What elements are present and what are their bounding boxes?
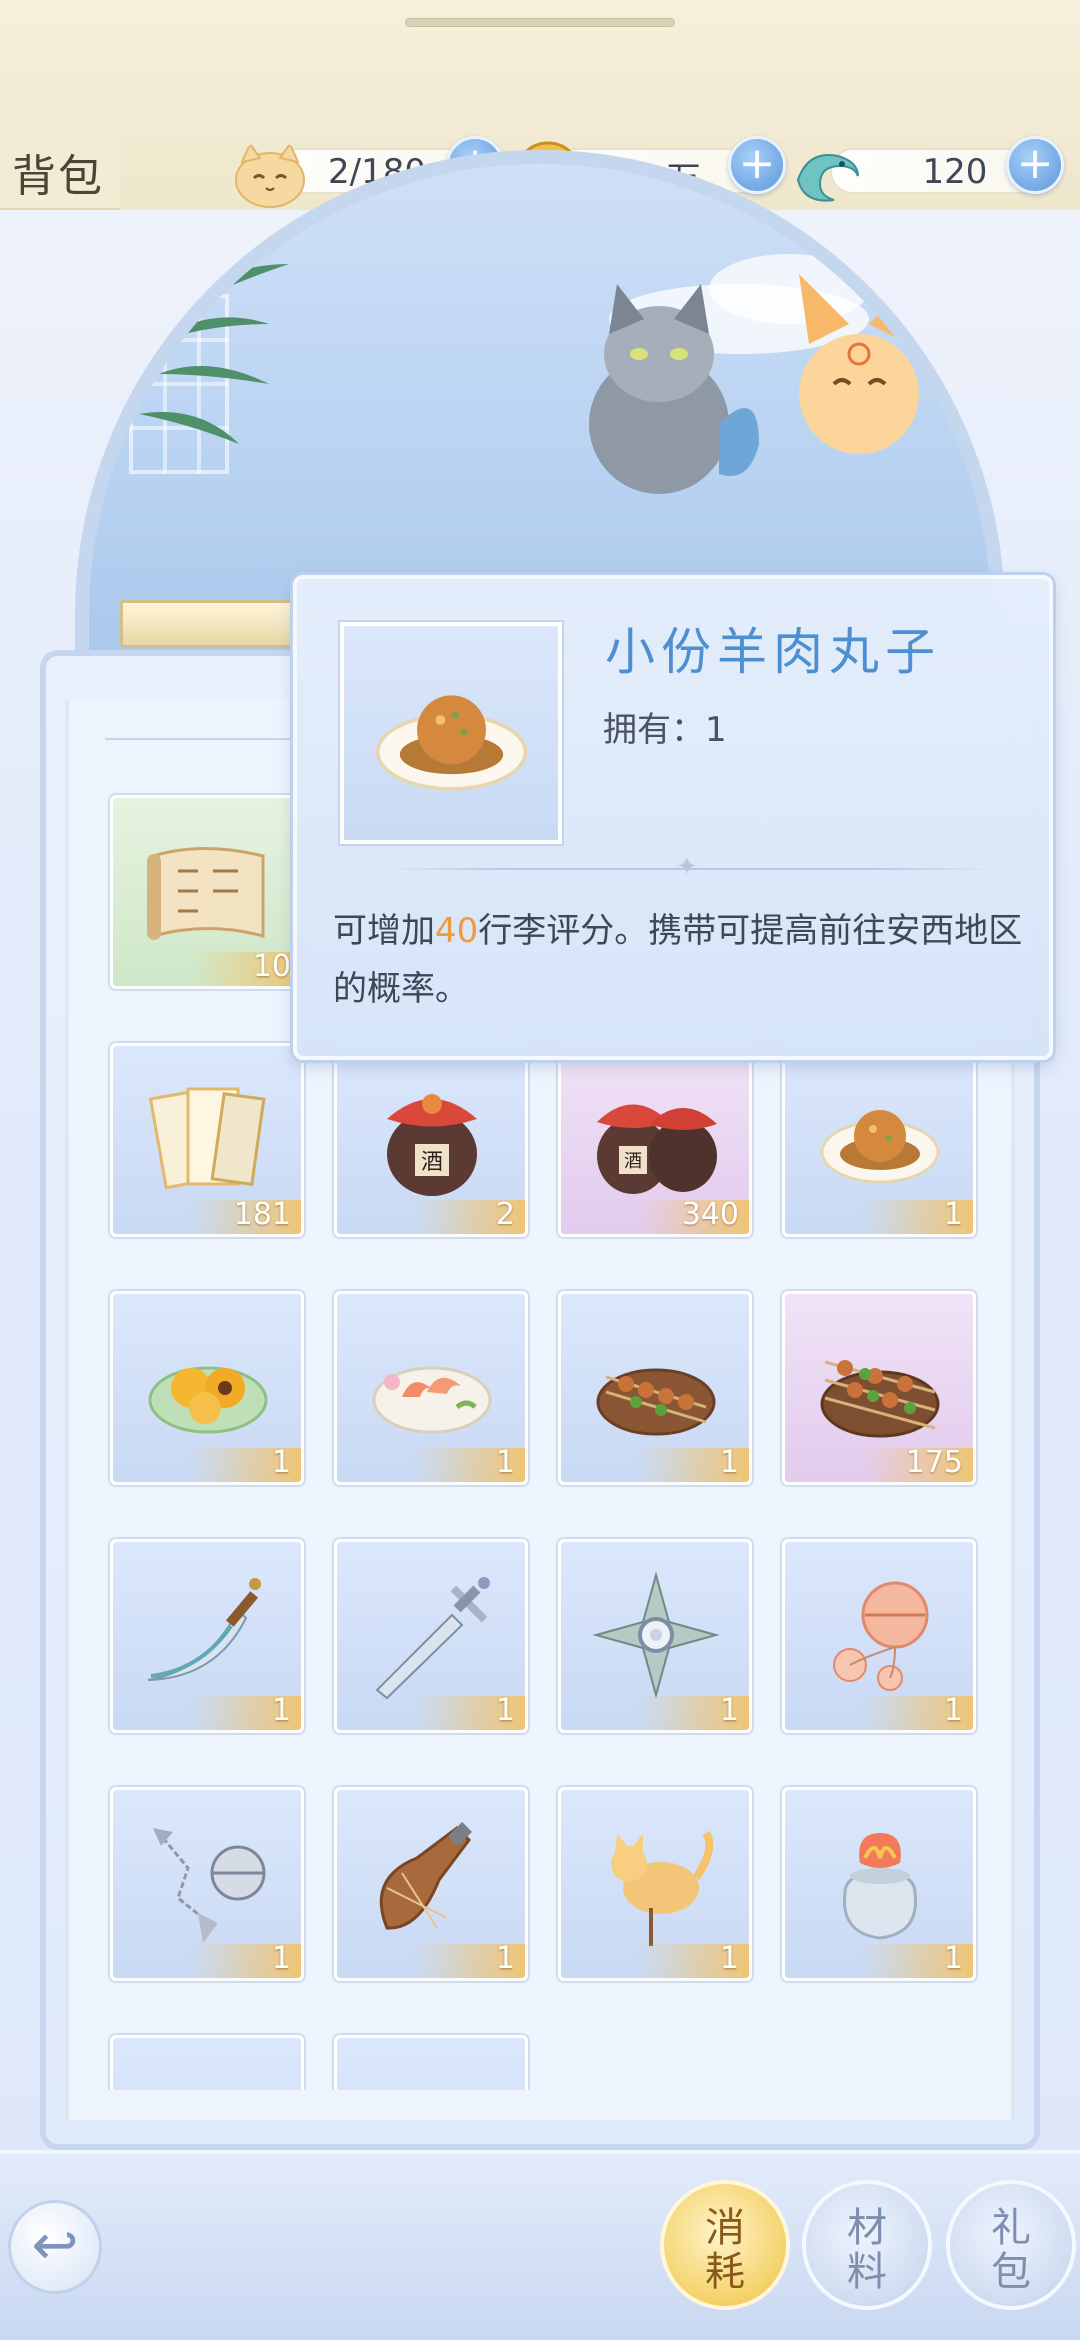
item-slot[interactable]: 1 — [558, 1539, 752, 1733]
item-slot[interactable]: 1 — [110, 1539, 304, 1733]
popup-owned-count: 拥有：1 — [603, 710, 727, 750]
flower-jar-icon — [842, 1833, 918, 1940]
wine-jar-icon: 酒 — [387, 1094, 477, 1196]
short-sword-icon — [375, 1577, 490, 1700]
writing-desk — [120, 600, 310, 648]
popup-description: 可增加40行李评分。携带可提高前往安西地区的概率。 — [333, 902, 1033, 1018]
item-count: 1 — [943, 1941, 963, 1976]
plus-icon: + — [738, 138, 776, 189]
back-arrow-icon: ↩ — [31, 2213, 79, 2278]
item-count: 1 — [495, 1941, 515, 1976]
tab-consumables[interactable]: 消耗 — [660, 2180, 790, 2310]
item-slot[interactable]: 1 — [110, 1787, 304, 1981]
apricot-dish-icon — [148, 1366, 268, 1434]
item-slot[interactable]: 175 — [782, 1291, 976, 1485]
item-slot[interactable]: 1 — [782, 1043, 976, 1237]
bamboo-leaves — [139, 264, 289, 444]
tab-label: 礼包 — [991, 2205, 1031, 2295]
shrimp-dish-icon — [372, 1366, 492, 1434]
item-count: 1 — [719, 1445, 739, 1480]
desc-highlight: 40 — [435, 911, 479, 951]
back-button[interactable]: ↩ — [8, 2200, 102, 2294]
item-count: 1 — [943, 1197, 963, 1232]
item-slot[interactable] — [110, 2035, 304, 2090]
item-slot[interactable]: 1 — [558, 1787, 752, 1981]
fortune-cards-icon — [148, 1087, 266, 1190]
tab-label: 材料 — [847, 2205, 887, 2295]
item-slot[interactable]: 1 — [110, 1291, 304, 1485]
item-slot[interactable]: 181 — [110, 1043, 304, 1237]
drag-handle[interactable] — [405, 18, 675, 27]
tab-gift-packs[interactable]: 礼包 — [946, 2180, 1076, 2310]
cat-face-icon — [235, 141, 305, 208]
bells-icon — [833, 1581, 929, 1691]
divider — [105, 738, 305, 740]
jade-fish-icon — [796, 154, 859, 202]
item-slot[interactable]: 1 — [334, 1539, 528, 1733]
item-slot[interactable]: 1 — [558, 1291, 752, 1485]
cat-candy-icon — [611, 1830, 714, 1946]
item-count: 1 — [271, 1693, 291, 1728]
partial-item-icon — [143, 2066, 273, 2090]
item-slot[interactable]: 1 — [782, 1539, 976, 1733]
meteor-hammer-icon — [153, 1828, 266, 1943]
wine-jars-double-icon: 酒 — [597, 1104, 717, 1194]
plus-icon: + — [1016, 138, 1054, 189]
popup-item-frame — [340, 622, 562, 844]
item-slot[interactable]: 1 — [782, 1787, 976, 1981]
item-count: 175 — [905, 1445, 963, 1480]
item-count: 1 — [495, 1445, 515, 1480]
lamb-meatball-icon — [820, 1110, 940, 1184]
book-scroll-icon — [147, 847, 265, 940]
partial-item-icon — [367, 2066, 497, 2090]
fox-character — [799, 274, 919, 454]
page-title: 背包 — [12, 151, 104, 202]
desc-text: 可增加 — [333, 911, 435, 951]
item-slot[interactable]: 1 — [334, 1787, 528, 1981]
item-count: 10 — [252, 949, 291, 984]
item-count: 1 — [271, 1941, 291, 1976]
item-slot[interactable]: 酒 340 — [558, 1043, 752, 1237]
popup-item-name: 小份羊肉丸子 — [605, 623, 941, 681]
star-icon: ✦ — [676, 852, 698, 882]
item-slot[interactable] — [334, 2035, 528, 2090]
item-count: 1 — [719, 1693, 739, 1728]
item-count: 1 — [495, 1693, 515, 1728]
item-count: 1 — [719, 1941, 739, 1976]
item-count: 2 — [495, 1197, 515, 1232]
wine-gourd-icon — [379, 1821, 473, 1930]
lamb-meatball-icon — [375, 695, 528, 791]
svg-text:酒: 酒 — [624, 1151, 642, 1172]
item-slot[interactable]: 1 — [334, 1291, 528, 1485]
item-slot[interactable]: 10 — [110, 795, 304, 989]
item-slot[interactable]: 酒 2 — [334, 1043, 528, 1237]
skewers-plate-icon — [596, 1368, 716, 1436]
broadsword-icon — [147, 1578, 261, 1681]
svg-text:酒: 酒 — [421, 1150, 443, 1175]
item-count: 340 — [681, 1197, 739, 1232]
grey-cat-character — [589, 284, 759, 494]
item-count: 181 — [233, 1197, 291, 1232]
item-count: 1 — [271, 1445, 291, 1480]
tab-label: 消耗 — [705, 2205, 745, 2295]
skewers-plate-large-icon — [820, 1360, 940, 1438]
shuriken-icon — [592, 1571, 720, 1699]
tab-materials[interactable]: 材料 — [802, 2180, 932, 2310]
coin-plus-button[interactable]: + — [728, 136, 786, 194]
jade-plus-button[interactable]: + — [1006, 136, 1064, 194]
item-count: 1 — [943, 1693, 963, 1728]
